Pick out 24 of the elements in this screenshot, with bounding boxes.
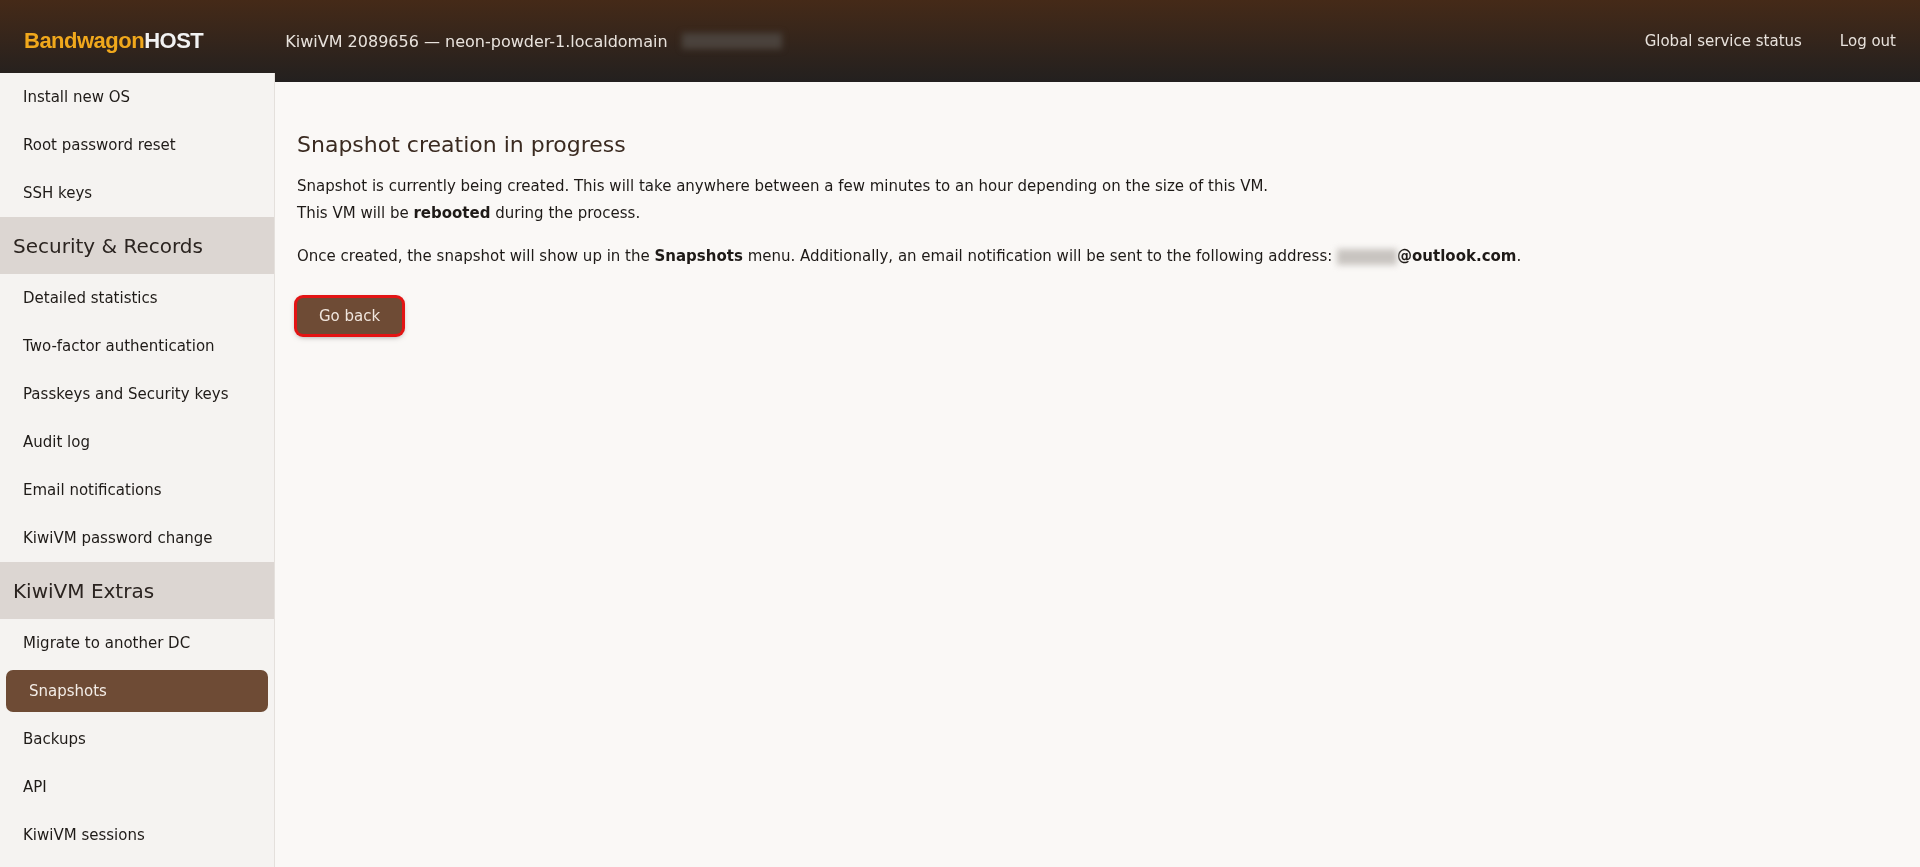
vm-title: KiwiVM 2089656 — neon-powder-1.localdomain	[285, 31, 668, 51]
sidebar-item[interactable]: Migrate to another DC	[0, 619, 274, 667]
sidebar-item[interactable]: Root password reset	[0, 121, 274, 169]
go-back-button[interactable]: Go back	[297, 298, 403, 334]
sidebar-item[interactable]: Two-factor authentication	[0, 322, 274, 370]
sidebar-item[interactable]: KiwiVM sessions	[0, 811, 274, 859]
sidebar-section-title: Security & Records	[0, 217, 274, 274]
sidebar-section-title: KiwiVM Extras	[0, 562, 274, 619]
sidebar-item[interactable]: Detailed statistics	[0, 274, 274, 322]
sidebar-item[interactable]: API	[0, 763, 274, 811]
paragraph: Once created, the snapshot will show up in the Snapshots menu. Additionally, an email notification will be sent to the following address: @outlook.com.	[297, 246, 1523, 267]
sidebar-item[interactable]: Passkeys and Security keys	[0, 370, 274, 418]
page-title: Snapshot creation in progress	[297, 132, 627, 157]
logo[interactable]: BandwagonHOST	[24, 28, 204, 54]
paragraph: Snapshot is currently being created. This will take anywhere between a few minutes to an hour depending on the size of this VM. This VM will be rebooted during the process.	[297, 176, 1270, 224]
header-link[interactable]: Global service status	[1644, 32, 1802, 50]
sidebar-item[interactable]: Install new OS	[0, 73, 274, 121]
sidebar-item[interactable]: Snapshots	[6, 670, 268, 712]
sidebar-item[interactable]: KiwiVM password change	[0, 514, 274, 562]
sidebar-item[interactable]: Email notifications	[0, 466, 274, 514]
sidebar-item[interactable]: Backups	[0, 715, 274, 763]
sidebar-item[interactable]: SSH keys	[0, 169, 274, 217]
header-link[interactable]: Log out	[1839, 32, 1896, 50]
sidebar-item[interactable]: Audit log	[0, 418, 274, 466]
